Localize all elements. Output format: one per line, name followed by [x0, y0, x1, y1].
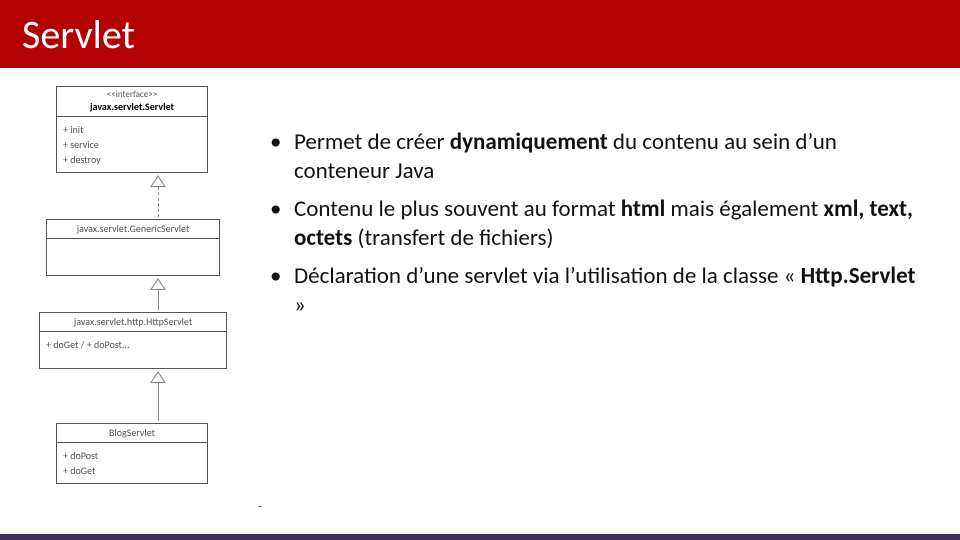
operation: + service	[63, 138, 201, 151]
uml-box-header: javax.servlet.http.HttpServlet	[40, 313, 226, 332]
bullet-item: Permet de créer dynamiquement du contenu…	[270, 128, 930, 187]
dashed-line	[158, 187, 159, 217]
text: Contenu le plus souvent au format	[294, 195, 621, 223]
uml-box-header: javax.servlet.GenericServlet	[47, 220, 219, 239]
arrowhead-icon	[150, 371, 166, 383]
text: »	[294, 291, 306, 319]
generalization-arrow	[56, 371, 260, 421]
bullet-text: Permet de créer dynamiquement du contenu…	[260, 68, 960, 329]
operation: + destroy	[63, 153, 201, 166]
title-bar: Servlet	[0, 0, 960, 68]
stray-mark: -	[258, 500, 262, 514]
operation: + doPost	[63, 449, 201, 462]
content-area: <<interface>> javax.servlet.Servlet + in…	[0, 68, 960, 484]
slide-title: Servlet	[22, 10, 135, 59]
generalization-arrow	[56, 278, 260, 310]
bullet-list: Permet de créer dynamiquement du contenu…	[270, 128, 930, 321]
uml-box-body	[47, 239, 219, 275]
arrowhead-icon	[150, 278, 166, 290]
operation: + doGet / + doPost...	[46, 338, 220, 351]
uml-box-header: <<interface>> javax.servlet.Servlet	[57, 87, 207, 117]
uml-blog-servlet: BlogServlet + doPost + doGet	[56, 423, 208, 484]
text: (transfert de fichiers)	[352, 224, 553, 252]
footer-bar	[0, 534, 960, 540]
class-name: BlogServlet	[61, 427, 203, 439]
bold-text: Http.Servlet	[801, 262, 916, 290]
solid-line	[158, 290, 159, 310]
uml-diagram: <<interface>> javax.servlet.Servlet + in…	[0, 68, 260, 484]
bold-text: dynamiquement	[450, 128, 608, 156]
bullet-item: Contenu le plus souvent au format html m…	[270, 195, 930, 254]
uml-http-servlet: javax.servlet.http.HttpServlet + doGet /…	[39, 312, 227, 369]
operation: + init	[63, 123, 201, 136]
uml-box-body: + doGet / + doPost...	[40, 332, 226, 368]
bold-text: html	[621, 195, 665, 223]
arrowhead-icon	[150, 175, 166, 187]
bullet-item: Déclaration d’une servlet via l’utilisat…	[270, 262, 930, 321]
text: Déclaration d’une servlet via l’utilisat…	[294, 262, 801, 290]
uml-box-header: BlogServlet	[57, 424, 207, 443]
solid-line	[158, 383, 159, 421]
uml-generic-servlet: javax.servlet.GenericServlet	[46, 219, 220, 276]
class-name: javax.servlet.http.HttpServlet	[44, 316, 222, 328]
uml-interface-servlet: <<interface>> javax.servlet.Servlet + in…	[56, 86, 208, 173]
realization-arrow	[56, 175, 260, 217]
class-name: javax.servlet.GenericServlet	[51, 223, 215, 235]
uml-box-body: + init + service + destroy	[57, 117, 207, 172]
text: Permet de créer	[294, 128, 450, 156]
text: mais également	[665, 195, 823, 223]
uml-box-body: + doPost + doGet	[57, 443, 207, 483]
operation: + doGet	[63, 464, 201, 477]
class-name: javax.servlet.Servlet	[61, 101, 203, 113]
